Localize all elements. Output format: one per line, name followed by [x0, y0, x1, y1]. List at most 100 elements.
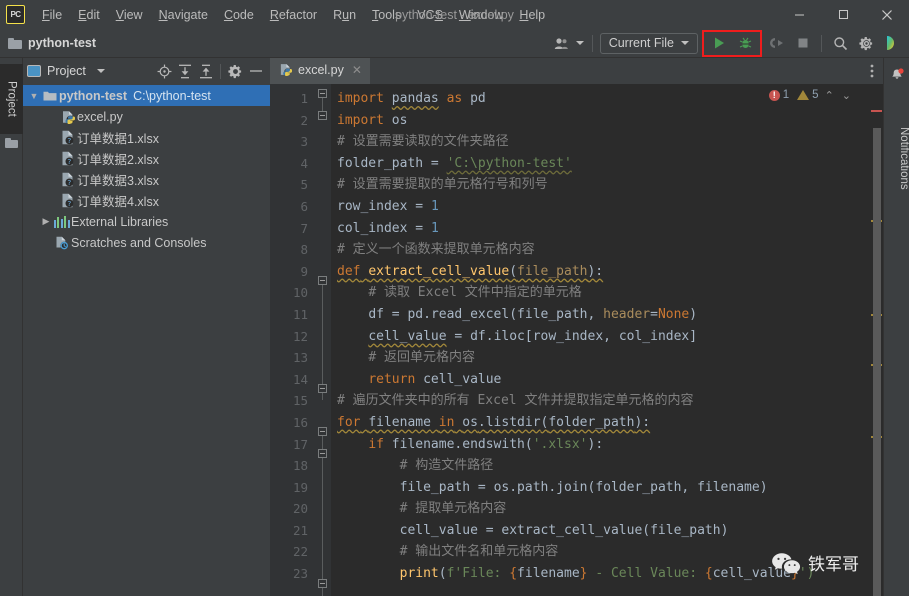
code-line-23: print(f'File: {filename} - Cell Value: {… [399, 566, 815, 582]
locate-icon[interactable] [154, 61, 174, 81]
menu-item-run[interactable]: Run [325, 5, 364, 25]
breadcrumb[interactable]: python-test [8, 36, 96, 50]
tree-item-xlsx-1[interactable]: ? 订单数据1.xlsx [23, 127, 270, 148]
tree-item-xlsx-3[interactable]: ? 订单数据3.xlsx [23, 169, 270, 190]
code-text[interactable]: import pandas as pd import os # 设置需要读取的文… [331, 84, 883, 596]
error-icon: ! [768, 89, 780, 101]
line-number: 5 [300, 177, 308, 193]
minimize-button[interactable] [777, 0, 821, 29]
next-problem-icon[interactable]: ⌄ [840, 89, 853, 102]
tree-item-label: 订单数据4.xlsx [77, 195, 159, 209]
vertical-dots-icon[interactable] [865, 58, 879, 84]
tree-item-scratches-and-consoles[interactable]: Scratches and Consoles [23, 232, 270, 253]
main-toolbar: python-test Current File [0, 29, 909, 58]
code-line-9: def extract_cell_value(file_path): [337, 263, 604, 279]
maximize-button[interactable] [821, 0, 865, 29]
prev-problem-icon[interactable]: ⌃ [823, 89, 836, 102]
code-line-15: # 遍历文件夹中的所有 Excel 文件并提取指定单元格的内容 [337, 393, 694, 409]
menu-item-vcs[interactable]: VCS [409, 5, 451, 25]
menu-item-file[interactable]: File [34, 5, 70, 25]
line-number: 21 [292, 522, 308, 538]
fold-marker-line-14[interactable] [318, 384, 327, 393]
fold-marker-line-9[interactable] [318, 276, 327, 285]
close-button[interactable] [865, 0, 909, 29]
menu-item-navigate[interactable]: Navigate [151, 5, 216, 25]
pycharm-logo-icon: PC [6, 5, 25, 24]
debug-icon[interactable] [732, 30, 758, 56]
line-number: 15 [292, 393, 308, 409]
fold-marker-line-1[interactable] [318, 89, 327, 98]
user-dropdown-caret-icon[interactable] [573, 30, 587, 56]
menu-item-refactor[interactable]: Refactor [262, 5, 325, 25]
scrollbar-error-marker[interactable] [871, 110, 882, 112]
user-avatar-icon[interactable] [551, 30, 573, 56]
error-count: 1 [782, 89, 790, 101]
editor-tab-excel-py[interactable]: excel.py ✕ [270, 58, 370, 84]
code-line-4: folder_path = 'C:\python-test' [337, 155, 572, 171]
scrollbar-thumb[interactable] [873, 128, 881, 596]
toolbar-divider [591, 34, 593, 52]
line-number: 13 [292, 350, 308, 366]
code-line-11: df = pd.read_excel(file_path, header=Non… [368, 306, 698, 322]
editor-tab-label: excel.py [298, 63, 344, 77]
editor-area: excel.py ✕ ! 1 5 ⌃ ⌄ 1 2 3 4 5 6 7 8 9 1… [270, 58, 883, 596]
close-icon[interactable]: ✕ [352, 63, 362, 77]
project-panel-title[interactable]: Project [27, 64, 105, 78]
line-number: 16 [292, 414, 308, 430]
run-debug-highlight-box [702, 29, 762, 57]
ide-assistant-icon[interactable] [879, 30, 905, 56]
fold-marker-line-17[interactable] [318, 449, 327, 458]
tree-item-xlsx-2[interactable]: ? 订单数据2.xlsx [23, 148, 270, 169]
code-line-18: # 构造文件路径 [399, 458, 494, 474]
code-editor[interactable]: 1 2 3 4 5 6 7 8 9 10 11 12 13 14 15 16 1… [270, 84, 883, 596]
tree-item-excel-py[interactable]: excel.py [23, 106, 270, 127]
tree-item-xlsx-4[interactable]: ? 订单数据4.xlsx [23, 190, 270, 211]
expand-all-icon[interactable] [175, 61, 195, 81]
sidebar-tab-notifications[interactable]: Notifications [884, 92, 909, 222]
pycharm-window: PC File Edit View Navigate Code Refactor… [0, 0, 909, 596]
sidebar-tab-project[interactable]: Project [0, 64, 23, 134]
fold-marker-line-16[interactable] [318, 427, 327, 436]
left-tool-strip: Project [0, 58, 23, 596]
chevron-down-icon[interactable] [96, 69, 105, 73]
tree-item-python-test[interactable]: ▼ python-test C:\python-test [23, 85, 270, 106]
editor-scrollbar[interactable] [870, 110, 883, 596]
code-line-17: if filename.endswith('.xlsx'): [368, 436, 604, 452]
line-number: 23 [292, 566, 308, 582]
chevron-collapsed-icon[interactable]: ▶ [39, 216, 53, 227]
menu-item-window[interactable]: Window [451, 5, 511, 25]
stop-icon[interactable] [790, 30, 816, 56]
hide-panel-icon[interactable] [246, 61, 266, 81]
tree-item-label: Scratches and Consoles [71, 235, 207, 250]
warning-count-badge[interactable]: 5 [797, 89, 819, 101]
line-number: 6 [300, 198, 308, 214]
tree-item-label: 订单数据3.xlsx [77, 174, 159, 188]
run-with-coverage-icon[interactable] [764, 30, 790, 56]
run-configuration-selector[interactable]: Current File [599, 32, 698, 54]
libraries-icon [53, 215, 70, 228]
inspection-widget: ! 1 5 ⌃ ⌄ [768, 84, 853, 106]
settings-gear-icon[interactable] [853, 30, 879, 56]
tree-item-label: excel.py [77, 109, 123, 124]
collapse-all-icon[interactable] [196, 61, 216, 81]
menu-item-help[interactable]: Help [511, 5, 553, 25]
chevron-down-icon [681, 41, 689, 45]
search-everywhere-icon[interactable] [827, 30, 853, 56]
menu-item-code[interactable]: Code [216, 5, 262, 25]
fold-marker-line-2[interactable] [318, 111, 327, 120]
error-count-badge[interactable]: ! 1 [768, 89, 790, 101]
code-line-12: cell_value = df.iloc[row_index, col_inde… [368, 328, 698, 344]
menu-item-tools[interactable]: Tools [364, 5, 409, 25]
folder-icon [41, 90, 58, 102]
run-icon[interactable] [706, 30, 732, 56]
fold-marker-line-23[interactable] [318, 579, 327, 588]
menu-item-edit[interactable]: Edit [70, 5, 108, 25]
project-panel-title-label: Project [47, 64, 86, 78]
code-folding-gutter[interactable] [314, 84, 331, 596]
right-tool-strip: Notifications [883, 58, 909, 596]
code-line-14: return cell_value [368, 371, 502, 387]
chevron-expanded-icon[interactable]: ▼ [27, 91, 41, 101]
menu-item-view[interactable]: View [108, 5, 151, 25]
tree-item-external-libraries[interactable]: ▶ External Libraries [23, 211, 270, 232]
settings-gear-icon[interactable] [225, 61, 245, 81]
